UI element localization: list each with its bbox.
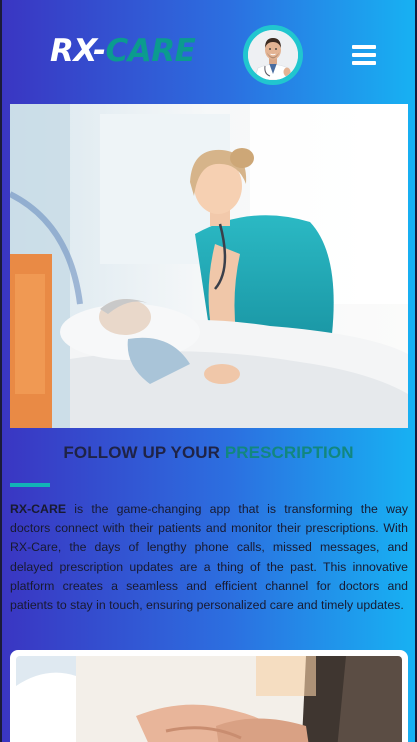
intro-paragraph: RX-CARE is the game-changing app that is… [10, 500, 408, 615]
feature-card[interactable] [10, 650, 408, 742]
logo-primary-text: RX- [50, 33, 106, 69]
app-header: RX-CARE [0, 0, 417, 104]
app-logo[interactable]: RX-CARE [50, 33, 196, 69]
doctor-avatar[interactable] [243, 25, 303, 85]
intro-text: is the game-changing app that is transfo… [10, 502, 408, 613]
card-image [16, 656, 402, 742]
section-title: FOLLOW UP YOUR PRESCRIPTION [0, 443, 417, 463]
doctor-avatar-image [248, 30, 298, 80]
title-underline [10, 483, 50, 487]
section-title-primary: FOLLOW UP YOUR [63, 443, 225, 462]
hero-image [10, 104, 408, 428]
section-title-accent: PRESCRIPTION [224, 443, 354, 462]
intro-brand: RX-CARE [10, 502, 67, 516]
logo-accent-text: CARE [105, 33, 196, 69]
hamburger-menu-icon[interactable] [352, 45, 378, 67]
